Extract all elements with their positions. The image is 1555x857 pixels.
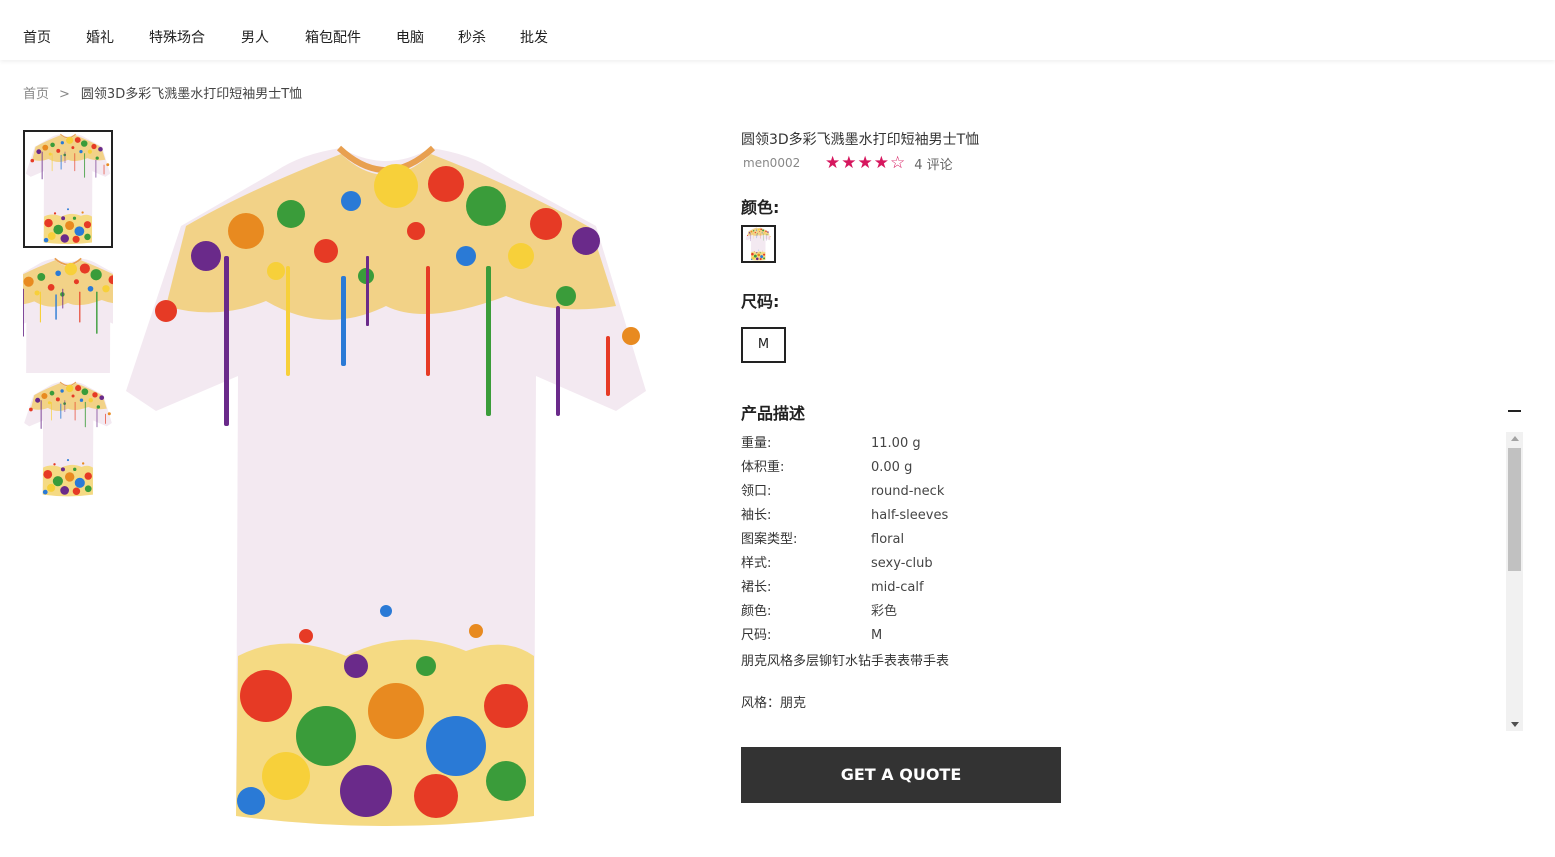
- attribute-key: 颜色:: [741, 604, 772, 619]
- attribute-key: 裙长:: [741, 580, 772, 595]
- top-navigation: 首页 婚礼 特殊场合 男人 箱包配件 电脑 秒杀 批发: [0, 0, 1555, 60]
- description-style-line: 风格：朋克: [741, 696, 807, 711]
- thumbnail-gallery: [23, 130, 113, 505]
- color-label: 颜色:: [741, 198, 780, 217]
- thumbnail-detail[interactable]: [23, 255, 113, 373]
- attribute-key: 体积重:: [741, 460, 785, 475]
- color-swatch[interactable]: [741, 225, 776, 263]
- attribute-row: 重量: 11.00 g: [741, 432, 1523, 456]
- attribute-row: 裙长: mid-calf: [741, 576, 1523, 600]
- nav-item-special-occasion[interactable]: 特殊场合: [149, 28, 205, 48]
- nav-menu: 首页 婚礼 特殊场合 男人 箱包配件 电脑 秒杀 批发: [23, 28, 582, 48]
- attribute-value: 11.00 g: [871, 436, 921, 451]
- attribute-value: round-neck: [871, 484, 945, 499]
- get-a-quote-button[interactable]: GET A QUOTE: [741, 747, 1061, 803]
- attribute-value: half-sleeves: [871, 508, 949, 523]
- size-option-m[interactable]: M: [741, 327, 786, 363]
- nav-item-home[interactable]: 首页: [23, 28, 51, 48]
- attribute-key: 领口:: [741, 484, 772, 499]
- scrollbar-thumb[interactable]: [1508, 448, 1521, 571]
- attribute-value: mid-calf: [871, 580, 924, 595]
- collapse-minus-icon[interactable]: [1508, 410, 1521, 412]
- product-main-image[interactable]: [126, 136, 656, 836]
- thumbnail-front[interactable]: [23, 130, 113, 248]
- breadcrumb-home-link[interactable]: 首页: [23, 86, 49, 104]
- attribute-key: 袖长:: [741, 508, 772, 523]
- attribute-row: 样式: sexy-club: [741, 552, 1523, 576]
- nav-item-wedding[interactable]: 婚礼: [86, 28, 114, 48]
- attribute-value: 0.00 g: [871, 460, 913, 475]
- attribute-key: 图案类型:: [741, 532, 798, 547]
- description-scrollbar[interactable]: [1506, 432, 1523, 731]
- scroll-up-arrow-icon[interactable]: [1511, 436, 1519, 441]
- attribute-row: 领口: round-neck: [741, 480, 1523, 504]
- breadcrumb-current: 圆领3D多彩飞溅墨水打印短袖男士T恤: [80, 87, 303, 102]
- attribute-row: 袖长: half-sleeves: [741, 504, 1523, 528]
- description-title: 产品描述: [741, 404, 806, 423]
- size-label: 尺码:: [741, 292, 780, 311]
- attribute-value: floral: [871, 532, 905, 547]
- attribute-row: 图案类型: floral: [741, 528, 1523, 552]
- attribute-row: 体积重: 0.00 g: [741, 456, 1523, 480]
- attribute-row: 尺码: M: [741, 624, 1523, 648]
- breadcrumb: 首页 > 圆领3D多彩飞溅墨水打印短袖男士T恤: [23, 86, 302, 104]
- attribute-key: 样式:: [741, 556, 772, 571]
- product-title: 圆领3D多彩飞溅墨水打印短袖男士T恤: [741, 132, 980, 148]
- attribute-value: sexy-club: [871, 556, 933, 571]
- product-meta: men0002 ★★★★☆ 4 评论: [741, 153, 1523, 173]
- nav-item-wholesale[interactable]: 批发: [520, 28, 548, 48]
- nav-item-flash-sale[interactable]: 秒杀: [458, 28, 486, 48]
- attribute-key: 尺码:: [741, 628, 772, 643]
- description-panel: 重量: 11.00 g 体积重: 0.00 g 领口: round-neck 袖长: h…: [741, 432, 1523, 732]
- breadcrumb-separator: >: [59, 87, 70, 102]
- nav-item-computer[interactable]: 电脑: [396, 28, 424, 48]
- nav-item-men[interactable]: 男人: [241, 28, 269, 48]
- nav-item-bags-accessories[interactable]: 箱包配件: [305, 28, 361, 48]
- attribute-row: 颜色: 彩色: [741, 600, 1523, 624]
- attribute-value: 彩色: [871, 604, 898, 619]
- thumbnail-back[interactable]: [23, 380, 113, 498]
- product-sku: men0002: [743, 156, 801, 170]
- scroll-down-arrow-icon[interactable]: [1511, 722, 1519, 727]
- product-info: 圆领3D多彩飞溅墨水打印短袖男士T恤 men0002 ★★★★☆ 4 评论 颜色…: [741, 130, 1523, 803]
- description-text: 朋克风格多层铆钉水钻手表表带手表: [741, 654, 950, 669]
- reviews-link[interactable]: 4 评论: [914, 154, 952, 173]
- attribute-value: M: [871, 628, 883, 643]
- attribute-key: 重量:: [741, 436, 772, 451]
- rating-stars-icon: ★★★★☆: [825, 153, 907, 173]
